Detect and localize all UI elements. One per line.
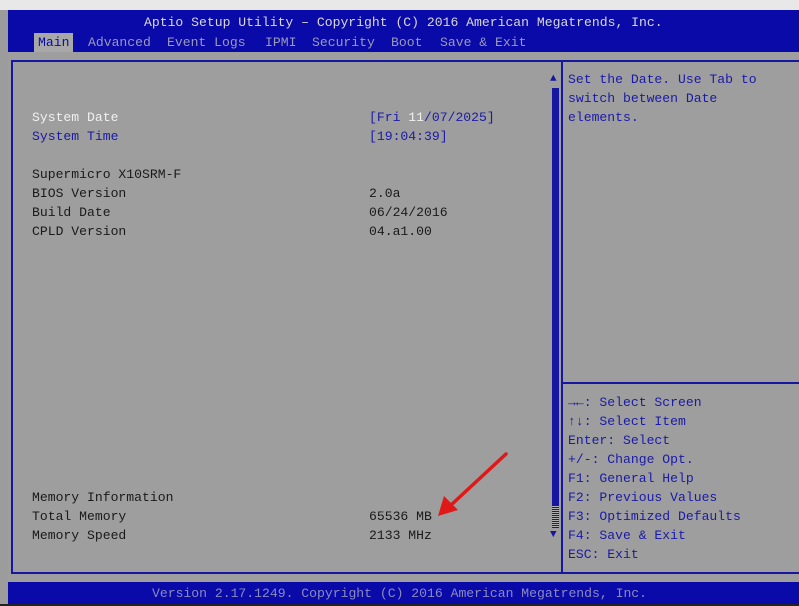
date-selected-element[interactable]: 11 bbox=[408, 110, 424, 125]
cpld-version-label: CPLD Version bbox=[32, 224, 127, 239]
bios-version-value: 2.0a bbox=[369, 186, 401, 201]
window-title: Aptio Setup Utility – Copyright (C) 2016… bbox=[144, 15, 663, 30]
help-line: Set the Date. Use Tab to bbox=[568, 72, 757, 87]
help-line: elements. bbox=[568, 110, 639, 125]
build-date-label: Build Date bbox=[32, 205, 111, 220]
total-memory-label: Total Memory bbox=[32, 509, 127, 524]
help-divider bbox=[563, 382, 799, 384]
key-hint: F3: Optimized Defaults bbox=[568, 509, 741, 524]
panel-divider bbox=[561, 60, 563, 574]
key-hint: ESC: Exit bbox=[568, 547, 639, 562]
build-date-value: 06/24/2016 bbox=[369, 205, 448, 220]
key-hint: Enter: Select bbox=[568, 433, 671, 448]
top-strip bbox=[0, 0, 799, 10]
tab-save-exit[interactable]: Save & Exit bbox=[440, 33, 526, 52]
footer-version: Version 2.17.1249. Copyright (C) 2016 Am… bbox=[152, 586, 648, 601]
board-name: Supermicro X10SRM-F bbox=[32, 167, 182, 182]
tab-main[interactable]: Main bbox=[34, 33, 74, 52]
system-date-label[interactable]: System Date bbox=[32, 108, 118, 127]
bios-version-label: BIOS Version bbox=[32, 186, 127, 201]
memory-speed-label: Memory Speed bbox=[32, 528, 127, 543]
tab-event-logs[interactable]: Event Logs bbox=[167, 33, 246, 52]
tab-security[interactable]: Security bbox=[312, 33, 375, 52]
key-hint: +/-: Change Opt. bbox=[568, 452, 694, 467]
scroll-up-icon[interactable]: ▲ bbox=[550, 70, 557, 89]
date-suffix: /07/2025] bbox=[424, 110, 495, 125]
key-hint: F1: General Help bbox=[568, 471, 694, 486]
key-hint: ↑↓: Select Item bbox=[568, 414, 686, 429]
tab-ipmi[interactable]: IPMI bbox=[265, 33, 296, 52]
tab-boot[interactable]: Boot bbox=[391, 33, 422, 52]
date-prefix: [Fri bbox=[369, 110, 409, 125]
tab-advanced[interactable]: Advanced bbox=[88, 33, 151, 52]
key-hint: F2: Previous Values bbox=[568, 490, 718, 505]
system-time-field[interactable]: [19:04:39] bbox=[369, 127, 448, 146]
key-hint: →←: Select Screen bbox=[568, 395, 702, 410]
annotation-arrow-icon bbox=[438, 452, 508, 516]
memory-speed-value: 2133 MHz bbox=[369, 528, 432, 543]
scrollbar-thumb[interactable] bbox=[552, 506, 559, 528]
memory-heading: Memory Information bbox=[32, 490, 174, 505]
system-time-label[interactable]: System Time bbox=[32, 127, 118, 146]
scroll-down-icon[interactable]: ▼ bbox=[550, 526, 557, 545]
system-date-field[interactable]: [Fri 11/07/2025] bbox=[369, 108, 495, 127]
cpld-version-value: 04.a1.00 bbox=[369, 224, 432, 239]
scrollbar[interactable] bbox=[552, 88, 559, 506]
help-line: switch between Date bbox=[568, 91, 718, 106]
total-memory-value: 65536 MB bbox=[369, 509, 432, 524]
key-hint: F4: Save & Exit bbox=[568, 528, 686, 543]
